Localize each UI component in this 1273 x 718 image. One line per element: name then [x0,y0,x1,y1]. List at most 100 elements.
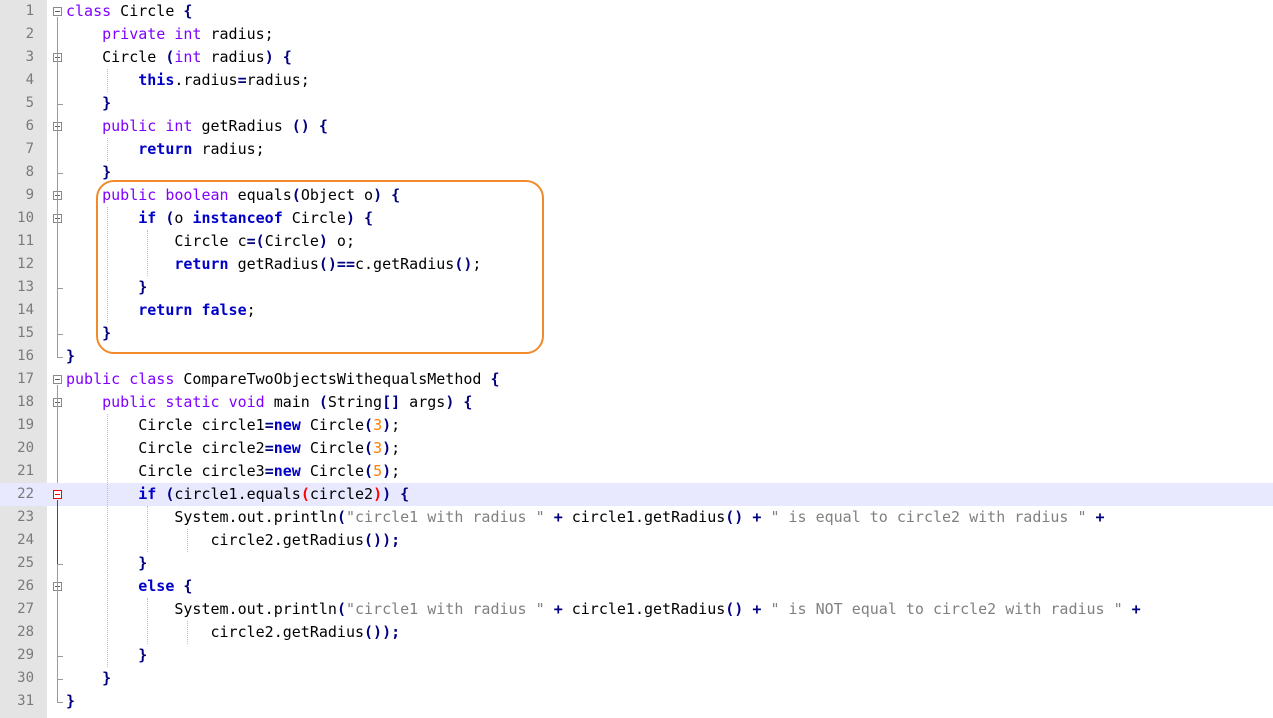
code-token: } [138,646,148,664]
code-line[interactable]: 29 } [0,644,1273,667]
code-token: 3 [373,416,383,434]
code-text[interactable]: } [66,345,75,368]
code-line[interactable]: 4 this.radius=radius; [0,69,1273,92]
code-token: args [400,393,446,411]
code-text[interactable]: } [66,92,111,115]
code-text[interactable]: public class CompareTwoObjectsWithequals… [66,368,499,391]
code-token: void [228,393,265,411]
code-token: } [138,554,148,572]
code-token: new [273,416,301,434]
code-text[interactable]: circle2.getRadius()); [66,529,400,552]
fold-toggle-icon[interactable] [53,374,62,384]
code-token: radius [201,48,265,66]
code-text[interactable]: this.radius=radius; [66,69,310,92]
code-token: public [66,370,121,388]
code-token: ) [382,485,392,503]
code-token: Circle [111,2,184,20]
code-text[interactable]: System.out.println("circle1 with radius … [66,598,1141,621]
line-number: 31 [17,693,34,709]
code-line[interactable]: 30 } [0,667,1273,690]
code-token: circle1.equals [174,485,301,503]
code-line[interactable]: 31} [0,690,1273,713]
code-text[interactable]: if (circle1.equals(circle2)) { [66,483,409,506]
code-text[interactable]: public static void main (String[] args) … [66,391,472,414]
code-line[interactable]: 7 return radius; [0,138,1273,161]
fold-toggle-icon[interactable] [53,6,62,16]
code-line[interactable]: 24 circle2.getRadius()); [0,529,1273,552]
code-line[interactable]: 20 Circle circle2=new Circle(3); [0,437,1273,460]
code-token: ()); [364,531,401,549]
code-line[interactable]: 28 circle2.getRadius()); [0,621,1273,644]
code-line[interactable]: 23 System.out.println("circle1 with radi… [0,506,1273,529]
code-token: + [553,508,563,526]
code-line[interactable]: 26 else { [0,575,1273,598]
indent-guide [107,69,108,92]
code-text[interactable]: private int radius; [66,23,274,46]
code-line[interactable]: 6 public int getRadius () { [0,115,1273,138]
line-number: 24 [17,532,34,548]
code-token: class [66,2,112,20]
code-text[interactable]: class Circle { [66,0,192,23]
code-text[interactable]: System.out.println("circle1 with radius … [66,506,1104,529]
code-token: ; [391,462,401,480]
code-token: + [553,600,563,618]
fold-toggle-icon[interactable] [53,489,62,499]
indent-guide [107,414,108,667]
code-line[interactable]: 17 public class CompareTwoObjectsWithequa… [0,368,1273,391]
code-token: int [174,25,202,43]
fold-line [57,563,58,702]
code-line[interactable]: 22 if (circle1.equals(circle2)) { [0,483,1273,506]
code-line[interactable]: 1 class Circle { [0,0,1273,23]
indent-guide [147,506,148,552]
code-line[interactable]: 3 Circle (int radius) { [0,46,1273,69]
fold-line [57,384,58,483]
code-token: + [1131,600,1141,618]
code-token: ; [391,416,401,434]
code-token: = [264,416,274,434]
code-text[interactable]: public int getRadius () { [66,115,328,138]
line-number: 2 [25,26,34,42]
fold-end-marker [57,655,63,657]
code-text[interactable]: circle2.getRadius()); [66,621,400,644]
code-text[interactable]: return radius; [66,138,264,161]
code-text[interactable]: Circle circle2=new Circle(3); [66,437,400,460]
code-token: } [66,692,76,710]
code-token: circle2.getRadius [66,623,365,641]
code-line[interactable]: 18 public static void main (String[] arg… [0,391,1273,414]
code-text[interactable]: Circle (int radius) { [66,46,292,69]
code-token: = [264,462,274,480]
code-text[interactable]: else { [66,575,192,598]
code-line[interactable]: 25 } [0,552,1273,575]
code-line[interactable]: 5 } [0,92,1273,115]
code-text[interactable]: Circle circle1=new Circle(3); [66,414,400,437]
code-token: getRadius [192,117,292,135]
line-number: 7 [25,141,34,157]
code-text[interactable]: } [66,690,75,713]
code-line[interactable]: 2 private int radius; [0,23,1273,46]
fold-end-marker [57,678,63,680]
code-line[interactable]: 21 Circle circle3=new Circle(5); [0,460,1273,483]
fold-line [57,499,58,564]
line-number: 9 [25,187,34,203]
code-line[interactable]: 27 System.out.println("circle1 with radi… [0,598,1273,621]
fold-end-marker [57,333,63,335]
code-token: ( [364,439,374,457]
code-line[interactable]: 19 Circle circle1=new Circle(3); [0,414,1273,437]
code-token: = [264,439,274,457]
code-editor[interactable]: 1 class Circle {2 private int radius; 3 Ci… [0,0,1273,718]
code-token: ) [264,48,274,66]
code-token: ( [336,508,346,526]
code-token: = [237,71,247,89]
code-text[interactable]: } [66,667,111,690]
code-text[interactable]: Circle circle3=new Circle(5); [66,460,400,483]
code-text[interactable]: } [66,161,111,184]
